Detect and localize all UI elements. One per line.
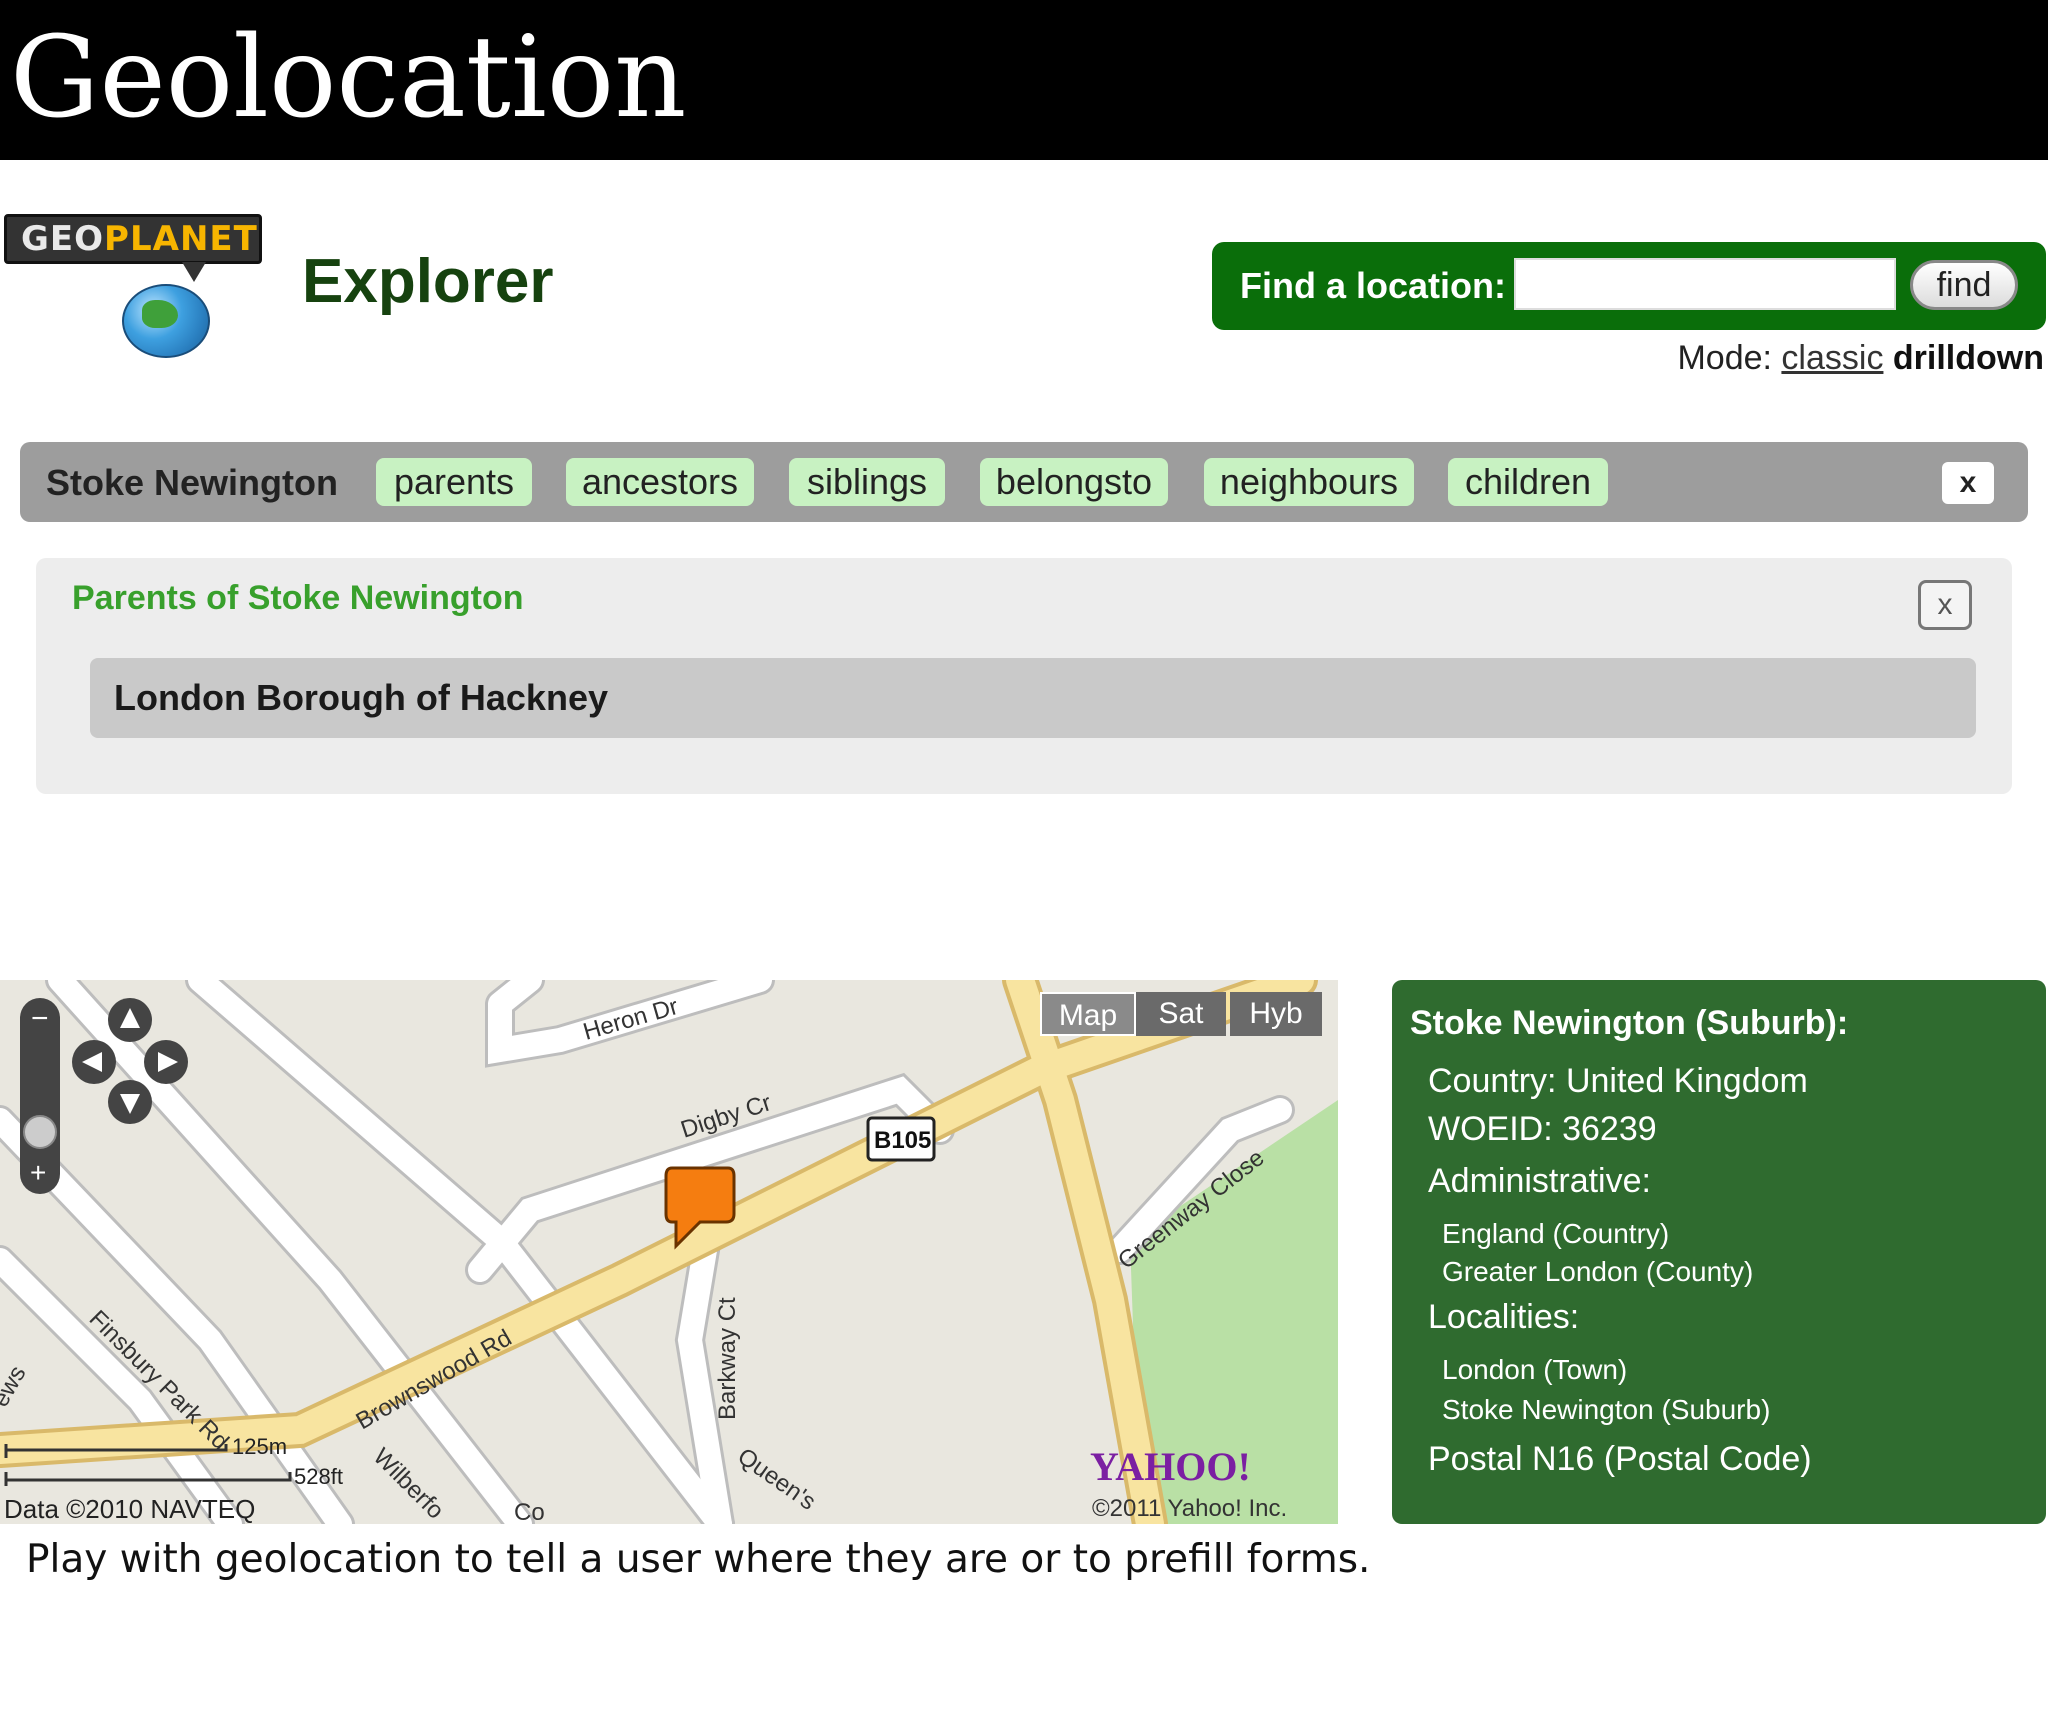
parent-place-name: London Borough of Hackney xyxy=(114,677,608,718)
mode-classic-link[interactable]: classic xyxy=(1781,339,1883,377)
slide-title-bar: Geolocation xyxy=(0,0,2048,160)
zoom-out-icon[interactable]: − xyxy=(31,1002,49,1035)
parents-close-button[interactable]: x xyxy=(1918,580,1972,630)
globe-land-shape xyxy=(142,300,178,328)
app-name: Explorer xyxy=(302,247,554,316)
street-label-barkway-ct: Barkway Ct xyxy=(714,1297,741,1420)
tab-belongsto[interactable]: belongsto xyxy=(980,458,1168,506)
find-location-label: Find a location: xyxy=(1240,265,1506,306)
mode-label: Mode: xyxy=(1677,339,1772,377)
map-type-hyb-button[interactable]: Hyb xyxy=(1230,992,1322,1036)
locality-item: London (Town) xyxy=(1442,1354,1628,1385)
find-location-input[interactable] xyxy=(1514,258,1896,310)
geoplanet-logo[interactable]: GEOPLANET xyxy=(4,214,266,358)
place-info-localities-label: Localities: xyxy=(1428,1298,1580,1336)
street-label-ews: ews xyxy=(0,1361,32,1411)
parents-panel: Parents of Stoke Newington x London Boro… xyxy=(36,558,2012,794)
street-label-co: Co xyxy=(514,1499,545,1524)
zoom-in-icon[interactable]: + xyxy=(30,1157,46,1188)
map-type-map-button[interactable]: Map xyxy=(1040,992,1136,1036)
yahoo-logo: YAHOO! xyxy=(1090,1444,1251,1489)
street-label-queens: Queen's xyxy=(733,1443,821,1516)
tab-siblings[interactable]: siblings xyxy=(789,458,945,506)
place-info-administrative-label: Administrative: xyxy=(1428,1162,1651,1200)
map-yahoo-attribution: ©2011 Yahoo! Inc. xyxy=(1092,1495,1287,1522)
mode-drilldown-current: drilldown xyxy=(1892,339,2044,377)
nav-close-button[interactable]: x xyxy=(1942,462,1994,504)
logo-planet-text: PLANET xyxy=(104,219,258,259)
logo-badge: GEOPLANET xyxy=(4,214,262,264)
place-info-title: Stoke Newington (Suburb): xyxy=(1410,1004,1849,1042)
tab-children[interactable]: children xyxy=(1448,458,1608,506)
mode-switcher: Mode: classic drilldown xyxy=(1677,334,2044,382)
map-canvas: Heron Dr Digby Cr Brownswood Rd Finsbury… xyxy=(0,980,1338,1524)
locality-item: Stoke Newington (Suburb) xyxy=(1442,1394,1771,1425)
place-info-woeid: WOEID: 36239 xyxy=(1428,1110,1657,1148)
logo-speech-tail xyxy=(182,262,206,282)
slide-title: Geolocation xyxy=(10,13,687,143)
place-info-postal: Postal N16 (Postal Code) xyxy=(1428,1440,1812,1478)
map-view[interactable]: Heron Dr Digby Cr Brownswood Rd Finsbury… xyxy=(0,980,1338,1524)
map-type-sat-button[interactable]: Sat xyxy=(1136,992,1226,1036)
tab-parents[interactable]: parents xyxy=(376,458,532,506)
place-nav-bar: Stoke Newington parents ancestors siblin… xyxy=(20,442,2028,522)
scale-imperial-label: 528ft xyxy=(294,1464,343,1489)
parents-heading: Parents of Stoke Newington xyxy=(72,579,524,617)
current-place-name: Stoke Newington xyxy=(46,462,339,503)
road-sign-b105-text: B105 xyxy=(874,1127,931,1154)
list-item[interactable]: London Borough of Hackney xyxy=(90,658,1976,738)
administrative-item: England (Country) xyxy=(1442,1218,1670,1249)
street-label-heron-dr: Heron Dr xyxy=(580,993,681,1046)
place-info-country: Country: United Kingdom xyxy=(1428,1062,1808,1100)
administrative-item: Greater London (County) xyxy=(1442,1256,1754,1287)
street-label-wilberfo: Wilberfo xyxy=(368,1443,449,1524)
place-info-panel: Stoke Newington (Suburb): Country: Unite… xyxy=(1392,980,2046,1524)
scale-metric-label: 125m xyxy=(232,1434,287,1459)
find-location-bar: Find a location: find xyxy=(1212,242,2046,330)
find-button[interactable]: find xyxy=(1910,260,2018,310)
logo-geo-text: GEO xyxy=(21,219,105,259)
zoom-slider-handle[interactable] xyxy=(23,1115,57,1149)
tab-ancestors[interactable]: ancestors xyxy=(566,458,754,506)
slide-caption: Play with geolocation to tell a user whe… xyxy=(26,1537,1371,1582)
tab-neighbours[interactable]: neighbours xyxy=(1204,458,1414,506)
map-data-attribution: Data ©2010 NAVTEQ xyxy=(4,1494,255,1524)
